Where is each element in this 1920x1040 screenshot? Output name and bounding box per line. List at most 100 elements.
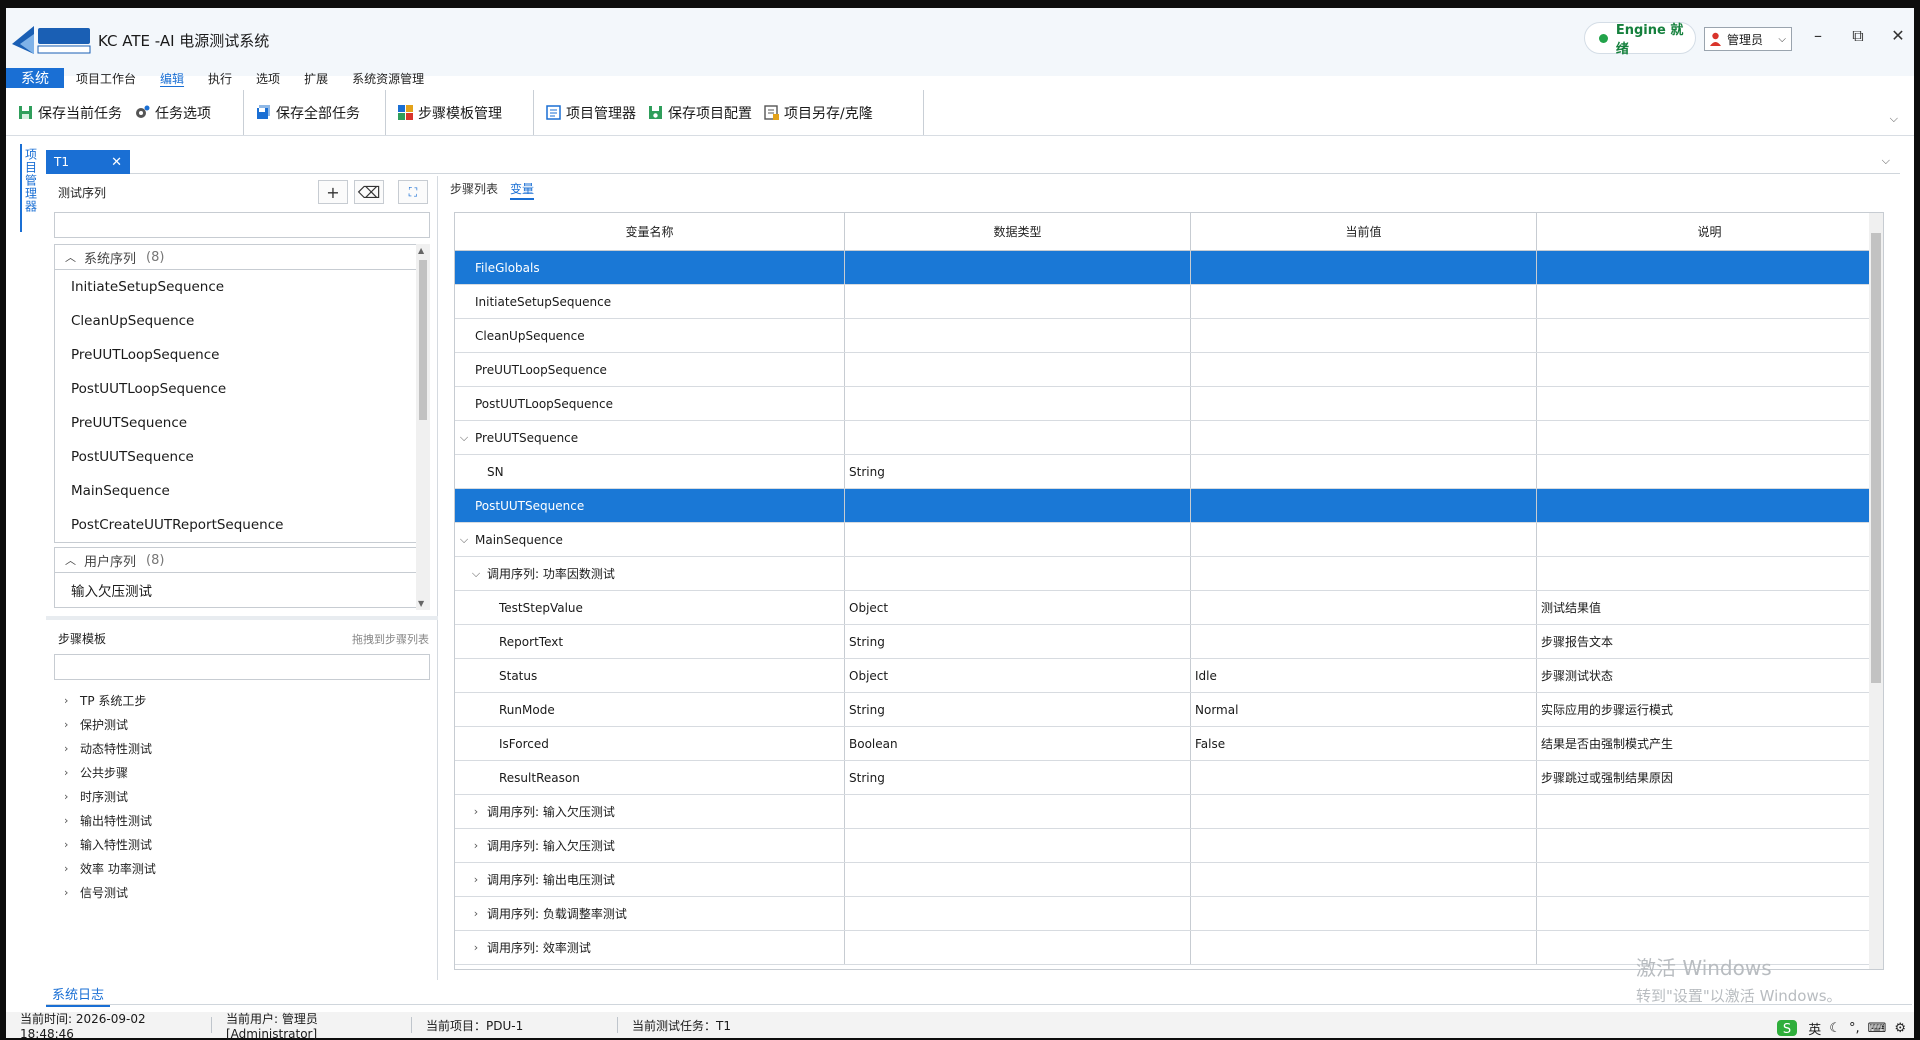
punctuation-icon[interactable]: °,: [1849, 1021, 1860, 1036]
scroll-up-icon[interactable]: ▲: [418, 246, 424, 255]
table-row[interactable]: › 调用序列: 负载调整率测试: [455, 897, 1883, 931]
table-row[interactable]: › 调用序列: 输入欠压测试: [455, 795, 1883, 829]
user-dropdown[interactable]: 管理员 ⌵: [1704, 27, 1792, 51]
menu-system-resources[interactable]: 系统资源管理: [340, 68, 436, 88]
ime-language-indicator[interactable]: 英: [1808, 1019, 1821, 1038]
add-sequence-button[interactable]: +: [318, 180, 348, 204]
sequence-list-scrollbar[interactable]: ▲ ▼: [416, 244, 430, 610]
chevron-right-icon[interactable]: ›: [469, 941, 483, 954]
table-row[interactable]: IsForced Boolean False 结果是否由强制模式产生: [455, 727, 1883, 761]
table-row[interactable]: ⌵ PreUUTSequence: [455, 421, 1883, 455]
list-item[interactable]: PostUUTSequence: [55, 440, 421, 474]
menu-project-workbench[interactable]: 项目工作台: [64, 68, 148, 88]
project-save-as-button[interactable]: 项目另存/克隆: [760, 98, 881, 128]
list-item[interactable]: CleanUpSequence: [55, 304, 421, 338]
table-row[interactable]: CleanUpSequence: [455, 319, 1883, 353]
task-options-button[interactable]: 任务选项: [130, 98, 219, 128]
save-all-tasks-button[interactable]: 保存全部任务: [252, 98, 368, 128]
list-item[interactable]: PreUUTLoopSequence: [55, 338, 421, 372]
table-row[interactable]: PostUUTLoopSequence: [455, 387, 1883, 421]
close-button[interactable]: ✕: [1886, 26, 1910, 45]
project-manager-side-tab[interactable]: 项目管理器: [20, 144, 40, 232]
table-row[interactable]: › 调用序列: 输出电压测试: [455, 863, 1883, 897]
table-row[interactable]: Status Object Idle 步骤测试状态: [455, 659, 1883, 693]
table-row[interactable]: FileGlobals: [455, 251, 1883, 285]
scroll-down-icon[interactable]: ▼: [418, 599, 424, 608]
tree-item[interactable]: › 输出特性测试: [64, 808, 424, 832]
tab-step-list[interactable]: 步骤列表: [450, 180, 498, 200]
tree-item[interactable]: › TP 系统工步: [64, 688, 424, 712]
system-sequence-items: InitiateSetupSequence CleanUpSequence Pr…: [54, 270, 422, 543]
doc-tab-t1[interactable]: T1 ✕: [46, 150, 130, 174]
tree-item[interactable]: › 动态特性测试: [64, 736, 424, 760]
chevron-down-icon[interactable]: ⌵: [469, 567, 483, 581]
tree-item[interactable]: › 效率 功率测试: [64, 856, 424, 880]
table-row[interactable]: TestStepValue Object 测试结果值: [455, 591, 1883, 625]
column-header-name[interactable]: 变量名称: [455, 213, 845, 250]
chevron-down-icon[interactable]: ⌵: [457, 431, 471, 445]
list-item[interactable]: InitiateSetupSequence: [55, 270, 421, 304]
list-item[interactable]: 输入欠压测试: [55, 573, 421, 607]
system-sequence-group[interactable]: ︿ 系统序列 (8): [54, 244, 422, 270]
cell-current-value: [1191, 489, 1537, 522]
scrollbar-thumb[interactable]: [419, 260, 427, 420]
toolbar-expand-chevron-icon[interactable]: ⌵: [1890, 112, 1898, 126]
table-row[interactable]: ⌵ MainSequence: [455, 523, 1883, 557]
panel-splitter[interactable]: [46, 616, 438, 620]
close-icon[interactable]: ✕: [111, 155, 122, 170]
scrollbar-thumb[interactable]: [1871, 233, 1881, 683]
project-manager-button[interactable]: 项目管理器: [542, 98, 644, 128]
minimize-button[interactable]: –: [1806, 26, 1830, 45]
sequence-settings-button[interactable]: ⛶: [398, 180, 428, 204]
table-row[interactable]: PostUUTSequence: [455, 489, 1883, 523]
table-row[interactable]: ReportText String 步骤报告文本: [455, 625, 1883, 659]
tree-item[interactable]: › 公共步骤: [64, 760, 424, 784]
table-row[interactable]: SN String: [455, 455, 1883, 489]
list-item[interactable]: MainSequence: [55, 474, 421, 508]
chevron-right-icon[interactable]: ›: [469, 907, 483, 920]
table-row[interactable]: RunMode String Normal 实际应用的步骤运行模式: [455, 693, 1883, 727]
chevron-right-icon[interactable]: ›: [469, 873, 483, 886]
column-header-desc[interactable]: 说明: [1537, 213, 1883, 250]
tree-item[interactable]: › 时序测试: [64, 784, 424, 808]
delete-sequence-button[interactable]: ⌫: [354, 180, 384, 204]
ime-logo-icon[interactable]: S: [1776, 1018, 1800, 1038]
list-item[interactable]: PostCreateUUTReportSequence: [55, 508, 421, 542]
step-template-mgmt-button[interactable]: 步骤模板管理: [394, 98, 510, 128]
tray-settings-icon[interactable]: ⚙: [1894, 1021, 1906, 1036]
sequence-search-input[interactable]: [54, 212, 430, 238]
user-sequence-group[interactable]: ︿ 用户序列 (8): [54, 547, 422, 573]
list-item[interactable]: PostUUTLoopSequence: [55, 372, 421, 406]
menu-options[interactable]: 选项: [244, 68, 292, 88]
tree-item[interactable]: › 保护测试: [64, 712, 424, 736]
table-row[interactable]: InitiateSetupSequence: [455, 285, 1883, 319]
table-row[interactable]: ⌵ 调用序列: 功率因数测试: [455, 557, 1883, 591]
menu-system[interactable]: 系统: [6, 68, 64, 88]
chevron-down-icon[interactable]: ⌵: [457, 533, 471, 547]
save-current-task-button[interactable]: 保存当前任务: [14, 98, 130, 128]
table-row[interactable]: ResultReason String 步骤跳过或强制结果原因: [455, 761, 1883, 795]
chevron-right-icon[interactable]: ›: [469, 805, 483, 818]
column-header-value[interactable]: 当前值: [1191, 213, 1537, 250]
column-header-type[interactable]: 数据类型: [845, 213, 1191, 250]
menu-extend[interactable]: 扩展: [292, 68, 340, 88]
keyboard-icon[interactable]: ⌨: [1868, 1021, 1887, 1036]
list-item[interactable]: PreUUTSequence: [55, 406, 421, 440]
chevron-right-icon[interactable]: ›: [469, 839, 483, 852]
table-row[interactable]: › 调用序列: 输入欠压测试: [455, 829, 1883, 863]
tab-variables[interactable]: 变量: [510, 180, 535, 200]
template-search-input[interactable]: [54, 654, 430, 680]
engine-status-badge[interactable]: Engine 就绪: [1584, 22, 1696, 57]
menu-execute[interactable]: 执行: [196, 68, 244, 88]
cell-description: [1537, 285, 1883, 318]
tree-item[interactable]: › 信号测试: [64, 880, 424, 904]
cell-description: [1537, 897, 1883, 930]
restore-button[interactable]: ⧉: [1846, 26, 1870, 46]
tab-overflow-chevron-icon[interactable]: ⌵: [1882, 154, 1890, 168]
save-project-config-button[interactable]: 保存项目配置: [644, 98, 760, 128]
menu-edit[interactable]: 编辑: [148, 68, 196, 88]
tree-item[interactable]: › 输入特性测试: [64, 832, 424, 856]
moon-icon[interactable]: ☾: [1829, 1021, 1841, 1036]
grid-scrollbar[interactable]: [1869, 213, 1883, 969]
table-row[interactable]: PreUUTLoopSequence: [455, 353, 1883, 387]
